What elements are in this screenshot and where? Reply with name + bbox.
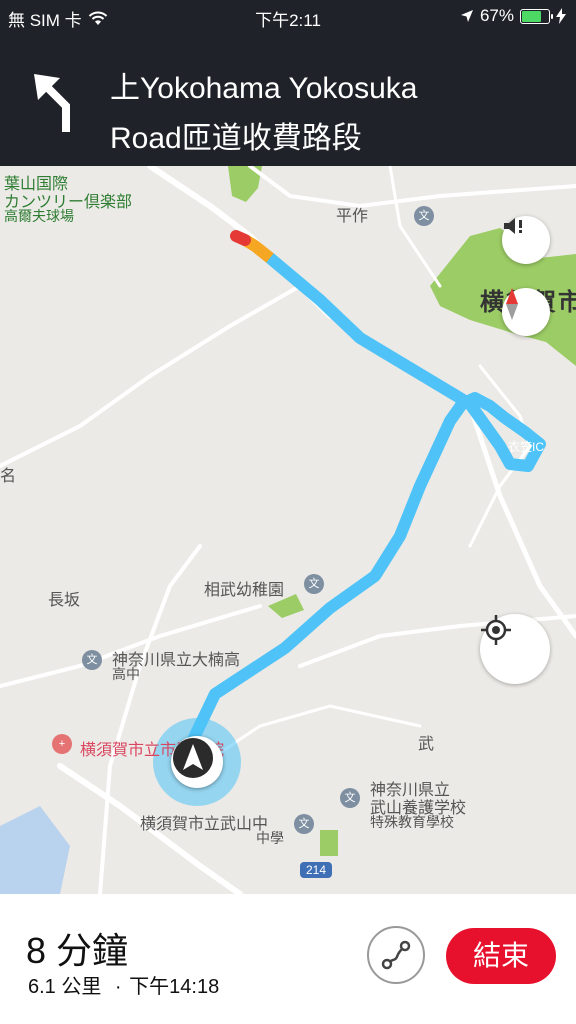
map-label-nagasaka: 長坂: [48, 592, 81, 609]
sound-button[interactable]: [502, 216, 550, 264]
trip-summary-panel: 8 分鐘 6.1 公里 · 下午14:18 結束: [0, 894, 576, 1024]
school-icon: 文: [304, 574, 324, 594]
battery-percent: 67%: [479, 6, 514, 25]
route-traffic-heavy: [230, 230, 251, 246]
status-right: 67%: [460, 6, 566, 26]
arrival-time: 下午14:18: [129, 976, 220, 998]
speaker-alert-icon: [504, 218, 522, 234]
road-2: [0, 284, 302, 468]
road-8: [248, 166, 576, 209]
map-view[interactable]: 葉山国際 カンツリー倶楽部 高爾夫球場 平作 文 横須賀市 衣笠IC 名 長坂 …: [0, 166, 576, 894]
eta-duration: 8 分鐘: [26, 930, 129, 971]
school-icon: 文: [82, 650, 102, 670]
trip-distance: 6.1 公里: [28, 976, 102, 998]
map-label-take: 武: [418, 736, 435, 753]
instruction-line-1: 上Yokohama Yokosuka: [110, 72, 418, 105]
end-navigation-button[interactable]: 結束: [446, 928, 556, 984]
navigation-arrow-icon: [173, 738, 213, 778]
map-canvas: [0, 166, 576, 894]
route-line: [184, 252, 546, 752]
water-area: [0, 806, 70, 894]
locate-icon: [481, 615, 511, 645]
map-label-takeyama-jhs-2: 中學: [256, 830, 284, 846]
battery-fill: [522, 10, 541, 22]
map-label-takeyama-school-3: 特殊教育學校: [370, 814, 454, 830]
map-label-left-edge: 名: [0, 468, 17, 485]
map-label-kindergarten: 相武幼稚園: [204, 582, 285, 599]
map-label-kusunoki-high-2: 高中: [112, 666, 140, 682]
field-area: [320, 830, 338, 856]
map-label-hayama-3: 高爾夫球場: [4, 208, 74, 224]
instruction-line-2: Road匝道收費路段: [110, 122, 362, 155]
school-icon: 文: [294, 814, 314, 834]
recenter-button[interactable]: [480, 614, 550, 684]
hospital-icon: +: [52, 734, 72, 754]
map-label-heisaku: 平作: [336, 208, 369, 225]
map-label-takeyama-jhs: 横須賀市立武山中: [140, 816, 269, 833]
school-icon: 文: [414, 206, 434, 226]
compass-icon: [506, 288, 518, 320]
trip-details: 6.1 公里 · 下午14:18: [28, 970, 219, 999]
current-position-marker: [171, 736, 223, 788]
charging-bolt-icon: [556, 8, 566, 24]
location-arrow-icon: [460, 10, 473, 22]
route-shield-214: 214: [300, 862, 333, 878]
status-bar: 無 SIM 卡 下午2:11 67%: [0, 0, 576, 32]
trip-separator: ·: [114, 976, 122, 998]
school-icon: 文: [340, 788, 360, 808]
road-9: [388, 166, 442, 288]
battery-icon: [520, 8, 553, 24]
map-label-interchange: 衣笠IC: [508, 440, 545, 454]
route-overview-button[interactable]: [367, 926, 425, 984]
navigation-instruction: 上Yokohama Yokosuka Road匝道收費路段: [110, 64, 556, 164]
turn-left-arrow-icon: [34, 74, 70, 132]
route-icon: [381, 940, 411, 970]
navigation-banner: 上Yokohama Yokosuka Road匝道收費路段: [0, 32, 576, 166]
compass-button[interactable]: [502, 288, 550, 336]
